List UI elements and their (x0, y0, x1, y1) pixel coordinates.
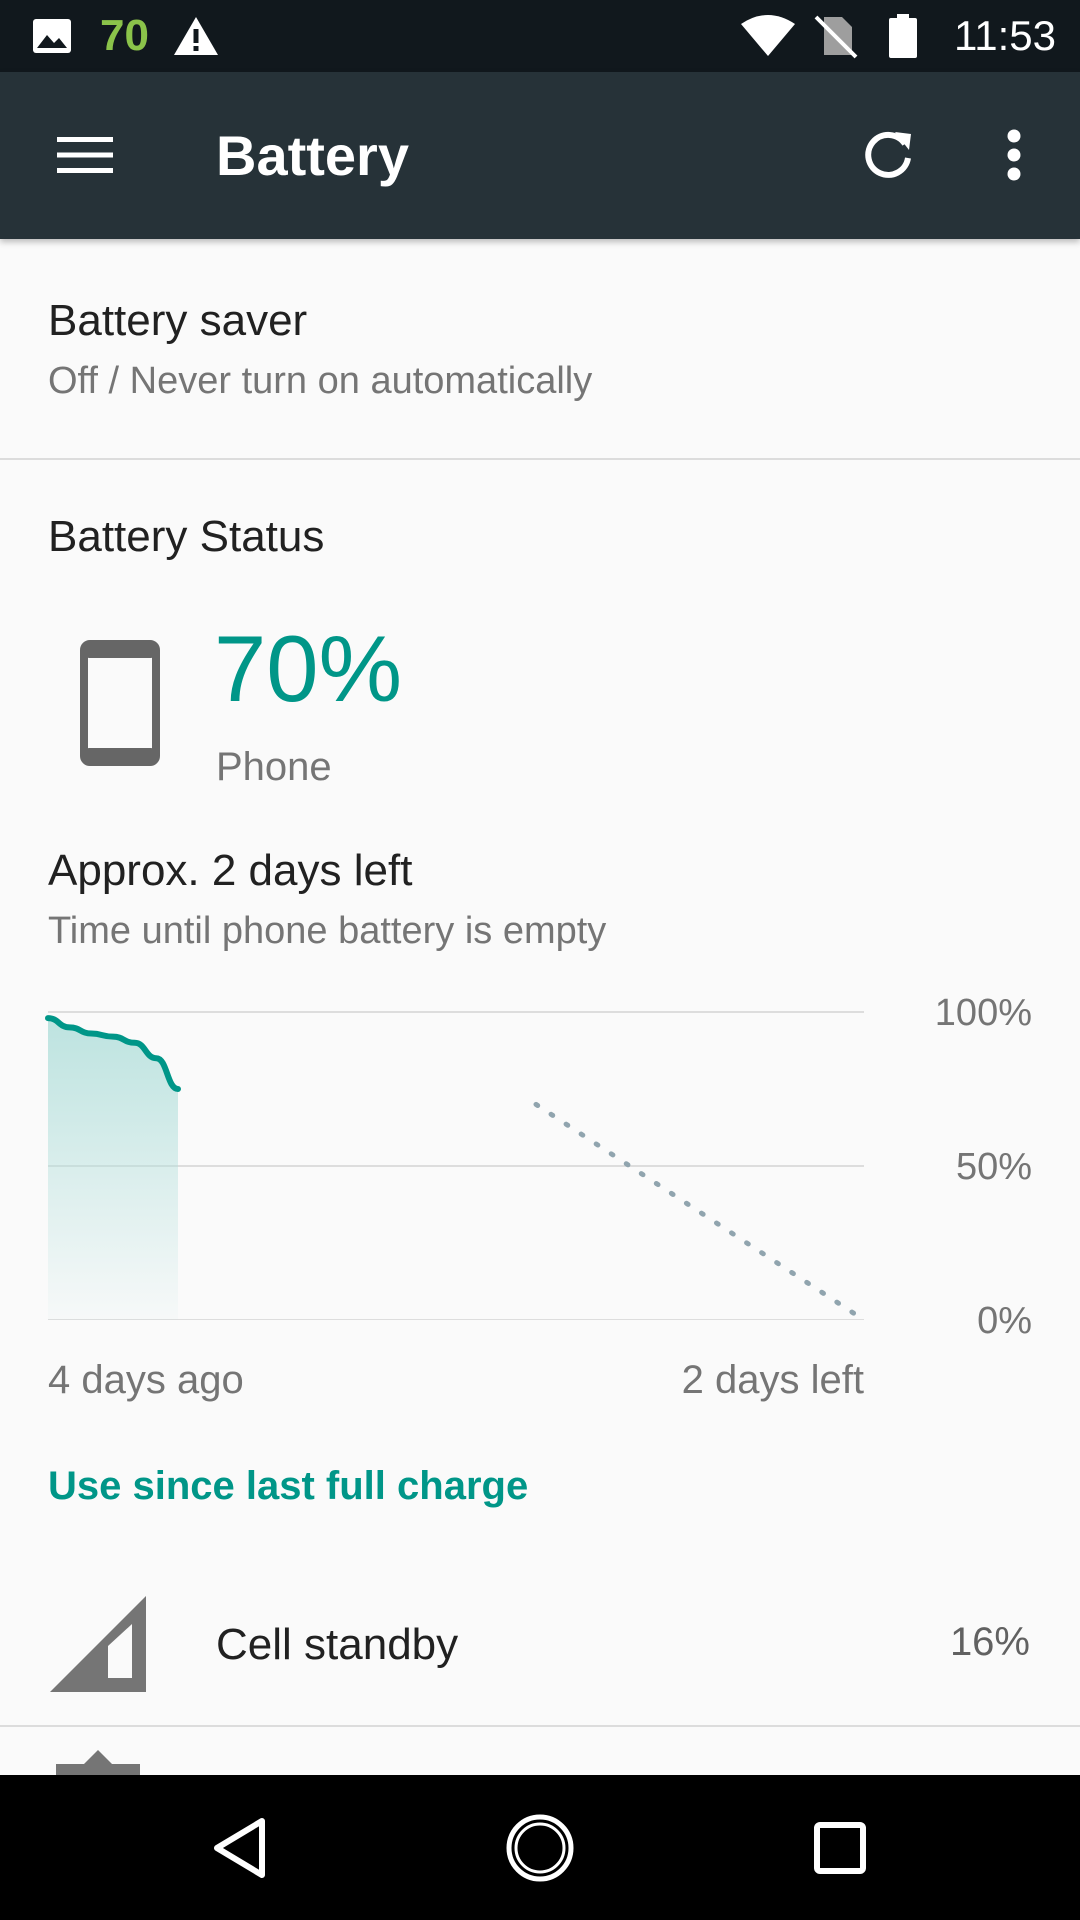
battery-status-heading: Battery Status (48, 512, 325, 561)
device-label: Phone (216, 745, 332, 789)
usage-item-label: Cell standby (216, 1620, 459, 1669)
y-tick-100: 100% (934, 992, 1032, 1034)
recents-icon[interactable] (760, 1775, 920, 1920)
cell-signal-icon (48, 1594, 148, 1699)
projection-line (533, 1101, 867, 1320)
menu-icon[interactable] (40, 115, 130, 195)
usage-item-percent: 16% (949, 1620, 1030, 1664)
app-toolbar: Battery (0, 72, 1080, 239)
y-tick-0: 0% (977, 1300, 1032, 1342)
page-title: Battery (216, 124, 409, 187)
battery-saver-subtitle: Off / Never turn on automatically (48, 360, 593, 402)
phone-icon (80, 640, 160, 771)
clock: 11:53 (954, 12, 1056, 59)
battery-icon (888, 0, 918, 72)
notification-number: 70 (100, 11, 149, 60)
y-tick-50: 50% (955, 1146, 1032, 1188)
estimate-title: Approx. 2 days left (48, 846, 413, 895)
home-icon[interactable] (460, 1775, 620, 1920)
battery-saver-row[interactable]: Battery saver Off / Never turn on automa… (0, 240, 1080, 458)
usage-section-header: Use since last full charge (48, 1464, 529, 1508)
divider (0, 1725, 1080, 1727)
x-tick-start: 4 days ago (48, 1358, 244, 1402)
status-bar: 70 11:53 (0, 0, 1080, 72)
warning-icon (172, 0, 220, 72)
no-sim-icon (812, 0, 858, 72)
battery-saver-title: Battery saver (48, 296, 308, 345)
battery-percent: 70% (214, 616, 403, 721)
more-vert-icon[interactable] (972, 115, 1056, 195)
x-tick-end: 2 days left (681, 1358, 864, 1402)
image-icon (32, 0, 72, 72)
refresh-icon[interactable] (846, 115, 930, 195)
navigation-bar (0, 1775, 1080, 1920)
back-icon[interactable] (160, 1775, 320, 1920)
history-area (48, 1018, 178, 1320)
divider (0, 458, 1080, 460)
wifi-icon (740, 0, 796, 72)
estimate-subtitle: Time until phone battery is empty (48, 910, 607, 952)
usage-item-cell-standby[interactable]: Cell standby 16% (0, 1560, 1080, 1725)
